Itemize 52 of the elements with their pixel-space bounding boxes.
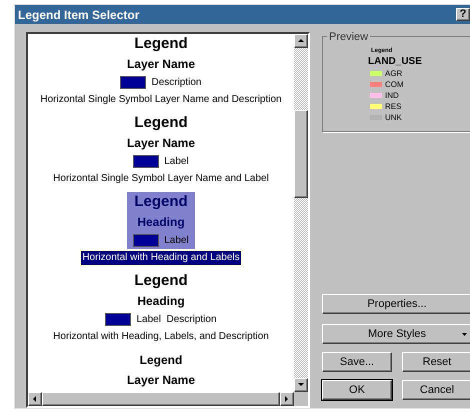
legend-title: Legend <box>134 34 188 54</box>
symbol-label: Description <box>151 76 202 90</box>
scroll-thumb[interactable] <box>294 110 308 198</box>
style-caption: Horizontal Single Symbol Layer Name and Label <box>52 172 270 186</box>
dropdown-caret-icon <box>462 333 467 336</box>
symbol-label: Label <box>164 155 189 169</box>
properties-button[interactable]: Properties... <box>322 294 470 314</box>
help-button[interactable]: ? <box>456 8 470 21</box>
vertical-scrollbar[interactable] <box>294 34 308 392</box>
window-title: Legend Item Selector <box>18 6 140 24</box>
class-label: AGR <box>385 68 402 78</box>
save-button[interactable]: Save... <box>322 352 392 372</box>
symbol-label: Label <box>164 234 189 248</box>
class-label: RES <box>385 102 402 112</box>
scroll-left-button[interactable] <box>28 392 42 406</box>
style-item[interactable]: Legend Layer Name <box>120 350 202 390</box>
scroll-down-button[interactable] <box>294 378 308 392</box>
preview-layer-name: LAND_USE <box>368 55 422 68</box>
triangle-icon <box>31 395 39 403</box>
cancel-button[interactable]: Cancel <box>402 380 470 400</box>
layer-heading: Layer Name <box>126 372 196 389</box>
scroll-right-button[interactable] <box>280 392 294 406</box>
legend-title: Legend <box>134 271 188 291</box>
symbol-swatch <box>133 155 160 168</box>
style-item[interactable]: Legend Heading Label Horizontal with Heading and Labels <box>81 192 241 265</box>
reset-button[interactable]: Reset <box>402 352 470 372</box>
style-caption: Horizontal with Heading, Labels, and Description <box>52 330 270 344</box>
style-item[interactable]: Legend Layer Name Description Horizontal Single Symbol Layer Name and Description <box>39 34 283 107</box>
class-label: COM <box>385 80 404 90</box>
scrollbar-corner <box>294 392 308 406</box>
more-styles-button[interactable]: More Styles <box>322 324 470 344</box>
layer-heading: Layer Name <box>126 56 195 73</box>
legend-title: Legend <box>134 113 188 133</box>
symbol-swatch <box>105 313 132 326</box>
ok-button[interactable]: OK <box>322 380 392 400</box>
scroll-up-button[interactable] <box>294 34 308 48</box>
style-item[interactable]: Legend Heading Label Description Horizontal with Heading, Labels, and Description <box>52 271 270 344</box>
symbol-label: Label Description <box>136 313 217 327</box>
layer-heading: Layer Name <box>126 135 196 152</box>
horizontal-scrollbar[interactable] <box>42 392 280 406</box>
legend-title: Legend <box>134 192 188 212</box>
legend-title: Legend <box>140 352 182 369</box>
symbol-swatch <box>120 76 146 89</box>
layer-heading: Heading <box>137 293 185 310</box>
class-label: UNK <box>385 112 402 122</box>
symbol-swatch <box>133 234 160 247</box>
style-item[interactable]: Legend Layer Name Label Horizontal Single Symbol Layer Name and Label <box>52 113 270 186</box>
style-caption: Horizontal with Heading and Labels <box>81 251 241 265</box>
layer-heading: Heading <box>137 214 185 231</box>
triangle-icon <box>297 37 305 45</box>
class-label: IND <box>385 90 399 100</box>
style-caption: Horizontal Single Symbol Layer Name and Description <box>39 93 283 107</box>
